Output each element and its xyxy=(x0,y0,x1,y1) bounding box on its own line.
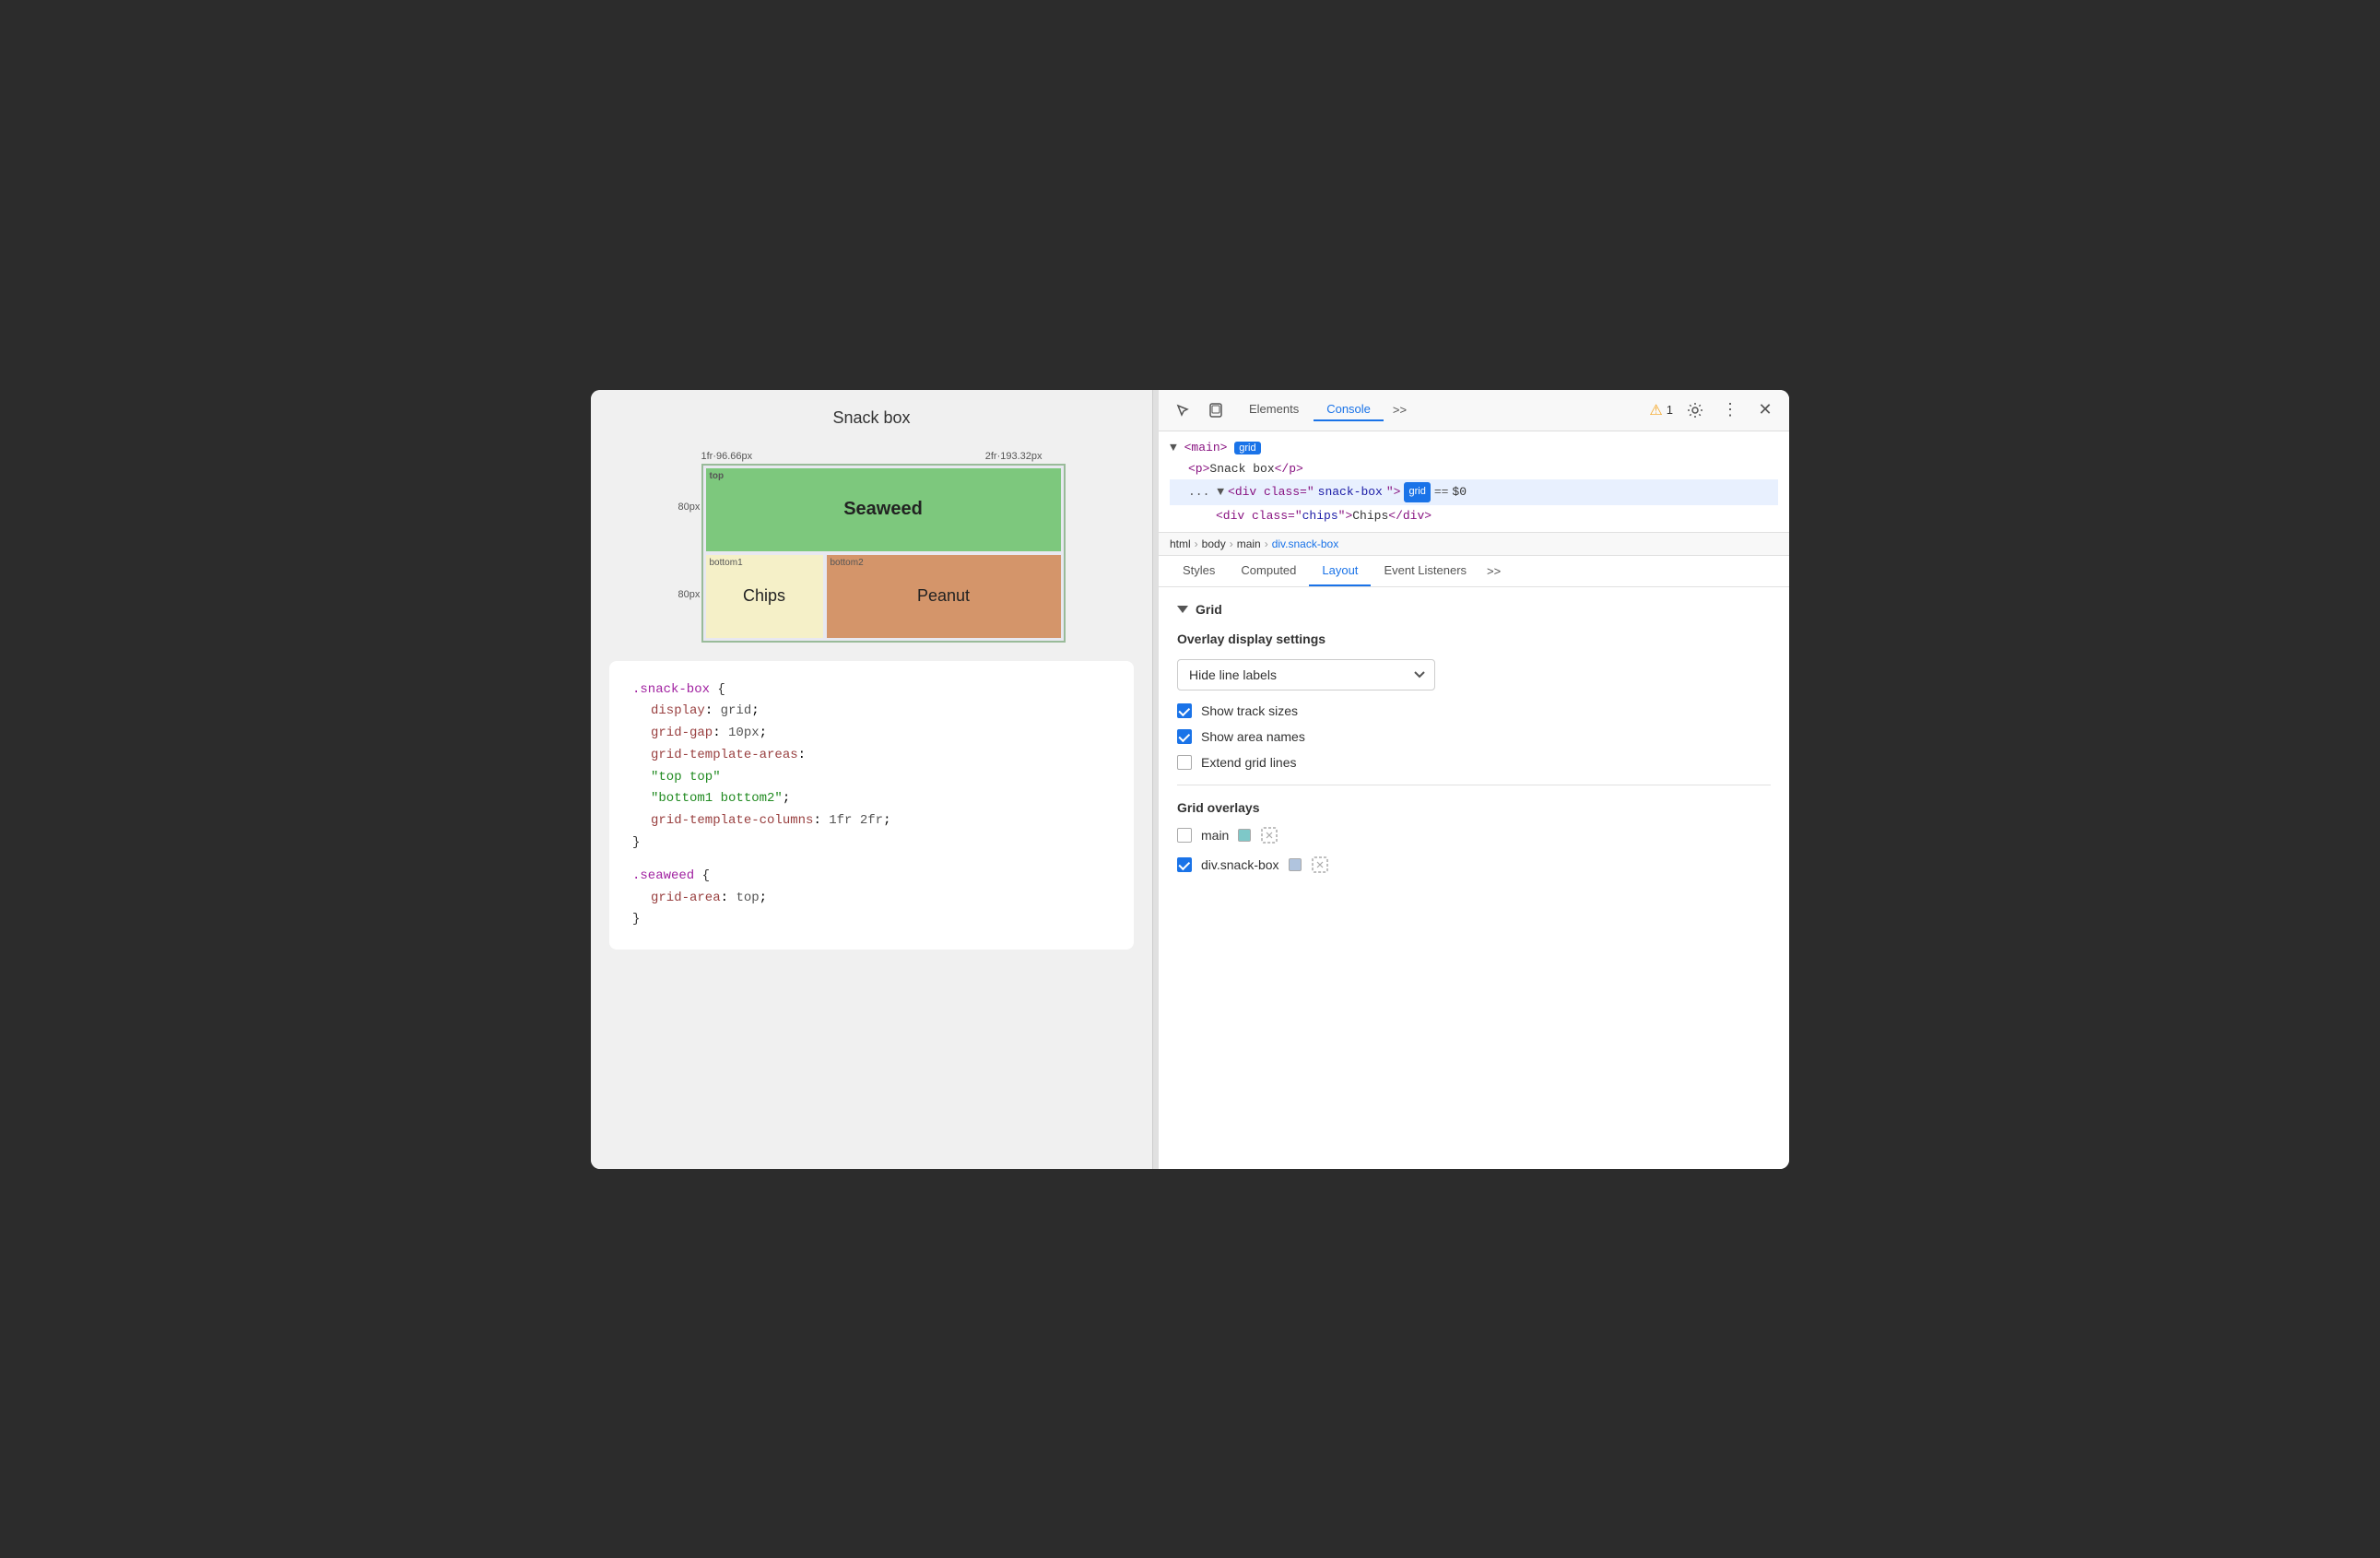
grid-viz-row: 80px 80px top Seaweed bottom1 Chips xyxy=(678,464,1066,643)
code-line-selector1: .snack-box { xyxy=(632,679,1111,702)
code-line1: display: grid; xyxy=(632,701,1111,723)
grid-bottom2-cell: bottom2 Peanut xyxy=(827,555,1061,638)
grid-bottom-row: bottom1 Chips bottom2 Peanut xyxy=(706,555,1061,638)
warning-area: ⚠ 1 xyxy=(1649,401,1673,419)
overlay-snack-box-label: div.snack-box xyxy=(1201,857,1279,872)
area-names-label: Show area names xyxy=(1201,729,1305,744)
code-close2: } xyxy=(632,909,1111,931)
warning-count: 1 xyxy=(1667,403,1673,417)
warning-icon: ⚠ xyxy=(1649,401,1662,419)
code-line7: grid-area: top; xyxy=(632,888,1111,910)
extend-lines-label: Extend grid lines xyxy=(1201,755,1297,770)
col-label-1: 1fr·96.66px xyxy=(701,451,753,462)
browser-window: Snack box 1fr·96.66px 2fr·193.32px 80px … xyxy=(591,390,1789,1169)
breadcrumb-snackbox[interactable]: div.snack-box xyxy=(1272,537,1338,550)
tab-computed[interactable]: Computed xyxy=(1228,556,1309,586)
code-selector1: .snack-box xyxy=(632,682,710,697)
code-brace1: { xyxy=(710,682,725,697)
devtools-tab-bar: Elements Console >> xyxy=(1236,398,1642,421)
left-panel: Snack box 1fr·96.66px 2fr·193.32px 80px … xyxy=(591,390,1153,1169)
tab-styles[interactable]: Styles xyxy=(1170,556,1228,586)
devtools-right-icons: ⚠ 1 ⋮ ✕ xyxy=(1649,397,1778,423)
grid-collapse-icon[interactable] xyxy=(1177,606,1188,613)
grid-main: top Seaweed bottom1 Chips bottom2 Peanut xyxy=(701,464,1066,643)
overlay-snack-box-target-icon[interactable] xyxy=(1311,856,1329,874)
code-block: .snack-box { display: grid; grid-gap: 10… xyxy=(609,661,1134,950)
bottom1-area-label: bottom1 xyxy=(710,558,743,568)
code-selector2: .seaweed xyxy=(632,868,694,883)
overlay-main-label: main xyxy=(1201,828,1229,843)
breadcrumb: html › body › main › div.snack-box xyxy=(1159,533,1789,556)
devtools-panel: Elements Console >> ⚠ 1 ⋮ ✕ xyxy=(1159,390,1789,1169)
grid-column-labels: 1fr·96.66px 2fr·193.32px xyxy=(678,451,1066,462)
dom-tree: ▼ <main> grid <p>Snack box</p> ... ▼ <di… xyxy=(1159,431,1789,534)
breadcrumb-main[interactable]: main xyxy=(1237,537,1261,550)
row-label-2: 80px xyxy=(678,551,701,639)
row-label-1: 80px xyxy=(678,464,701,551)
layout-content: Grid Overlay display settings Hide line … xyxy=(1159,587,1789,1168)
col-label-2: 2fr·193.32px xyxy=(985,451,1043,462)
more-options-icon[interactable]: ⋮ xyxy=(1717,397,1743,423)
top-cell-content: Seaweed xyxy=(843,499,923,520)
bottom2-area-label: bottom2 xyxy=(831,558,864,568)
track-sizes-row: Show track sizes xyxy=(1177,703,1771,718)
inspect-icon[interactable] xyxy=(1170,397,1196,423)
extend-lines-checkbox[interactable] xyxy=(1177,755,1192,770)
code-line6: grid-template-columns: 1fr 2fr; xyxy=(632,810,1111,832)
dom-line-p: <p>Snack box</p> xyxy=(1170,458,1778,479)
grid-section-header[interactable]: Grid xyxy=(1177,602,1771,617)
tab-event-listeners[interactable]: Event Listeners xyxy=(1371,556,1479,586)
overlay-main-target-icon[interactable] xyxy=(1260,826,1278,844)
bottom1-cell-content: Chips xyxy=(743,586,785,606)
code-line-selector2: .seaweed { xyxy=(632,866,1111,888)
tab-console[interactable]: Console xyxy=(1314,398,1384,421)
dom-line-chips: <div class="chips">Chips</div> xyxy=(1170,505,1778,526)
overlay-main-row: main xyxy=(1177,826,1771,844)
main-grid-badge: grid xyxy=(1234,442,1260,454)
bottom2-cell-content: Peanut xyxy=(917,586,970,606)
track-sizes-checkbox[interactable] xyxy=(1177,703,1192,718)
grid-overlays-title: Grid overlays xyxy=(1177,800,1771,815)
tab-elements[interactable]: Elements xyxy=(1236,398,1312,421)
dom-line-main: ▼ <main> grid xyxy=(1170,437,1778,458)
overlay-main-color[interactable] xyxy=(1238,829,1251,842)
tab-more[interactable]: >> xyxy=(1385,399,1414,420)
overlay-settings-title: Overlay display settings xyxy=(1177,631,1771,646)
area-names-checkbox[interactable] xyxy=(1177,729,1192,744)
grid-bottom1-cell: bottom1 Chips xyxy=(706,555,823,638)
breadcrumb-html[interactable]: html xyxy=(1170,537,1191,550)
devtools-toolbar: Elements Console >> ⚠ 1 ⋮ ✕ xyxy=(1159,390,1789,431)
code-close1: } xyxy=(632,832,1111,855)
settings-icon[interactable] xyxy=(1682,397,1708,423)
track-sizes-label: Show track sizes xyxy=(1201,703,1298,718)
extend-lines-row: Extend grid lines xyxy=(1177,755,1771,770)
grid-top-cell: top Seaweed xyxy=(706,468,1061,551)
code-line2: grid-gap: 10px; xyxy=(632,723,1111,745)
line-labels-dropdown[interactable]: Hide line labels Show line numbers Show … xyxy=(1177,659,1435,690)
page-title: Snack box xyxy=(609,408,1134,428)
code-line4: "top top" xyxy=(632,767,1111,789)
overlay-snack-box-checkbox[interactable] xyxy=(1177,857,1192,872)
code-spacer xyxy=(632,855,1111,866)
layout-tab-more[interactable]: >> xyxy=(1479,557,1508,585)
tab-layout[interactable]: Layout xyxy=(1309,556,1371,586)
layout-tabs: Styles Computed Layout Event Listeners >… xyxy=(1159,556,1789,587)
breadcrumb-body[interactable]: body xyxy=(1202,537,1226,550)
code-line3: grid-template-areas: xyxy=(632,745,1111,767)
close-icon[interactable]: ✕ xyxy=(1752,397,1778,423)
overlay-main-checkbox[interactable] xyxy=(1177,828,1192,843)
overlay-snack-box-row: div.snack-box xyxy=(1177,856,1771,874)
snack-box-grid-badge: grid xyxy=(1404,482,1430,502)
device-icon[interactable] xyxy=(1203,397,1229,423)
overlay-snack-box-color[interactable] xyxy=(1289,858,1302,871)
grid-visualization: 1fr·96.66px 2fr·193.32px 80px 80px top S… xyxy=(678,451,1066,643)
top-area-label: top xyxy=(710,471,725,481)
area-names-row: Show area names xyxy=(1177,729,1771,744)
grid-section-title: Grid xyxy=(1196,602,1222,617)
code-line5: "bottom1 bottom2"; xyxy=(632,788,1111,810)
dom-line-snack-box[interactable]: ... ▼ <div class="snack-box"> grid == $0 xyxy=(1170,479,1778,504)
